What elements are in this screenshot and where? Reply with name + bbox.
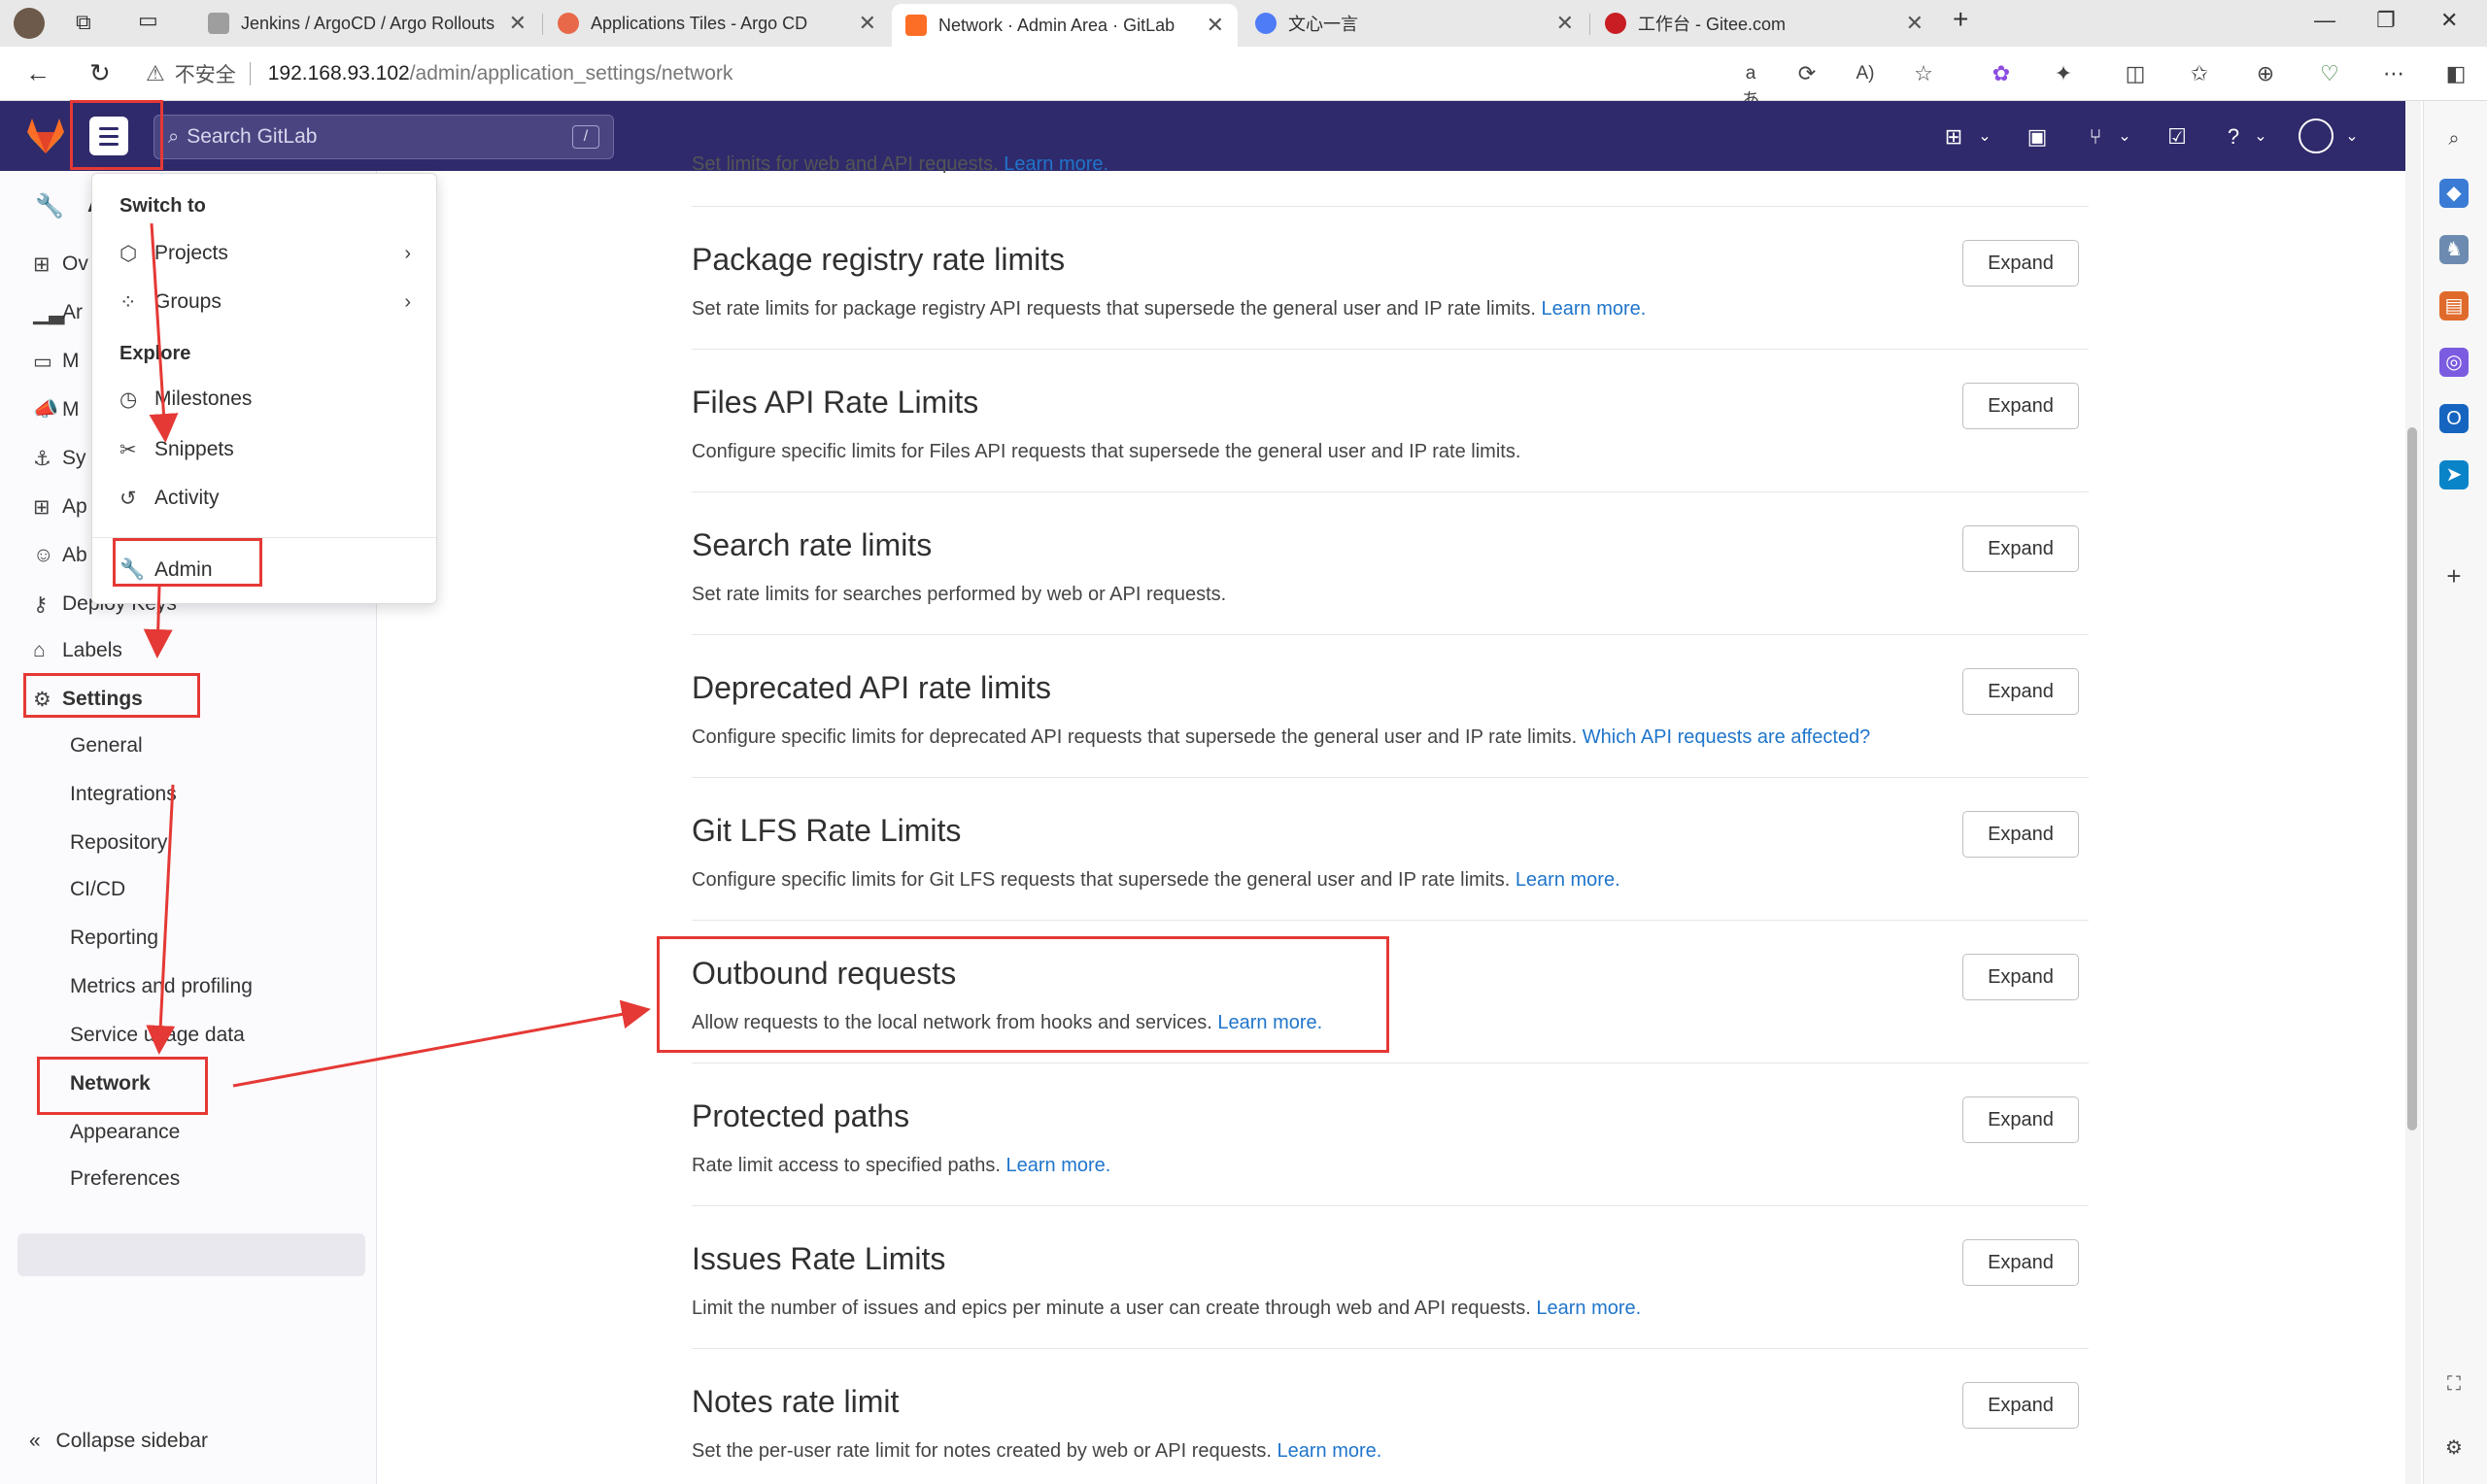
annotation-arrows xyxy=(143,222,651,1088)
